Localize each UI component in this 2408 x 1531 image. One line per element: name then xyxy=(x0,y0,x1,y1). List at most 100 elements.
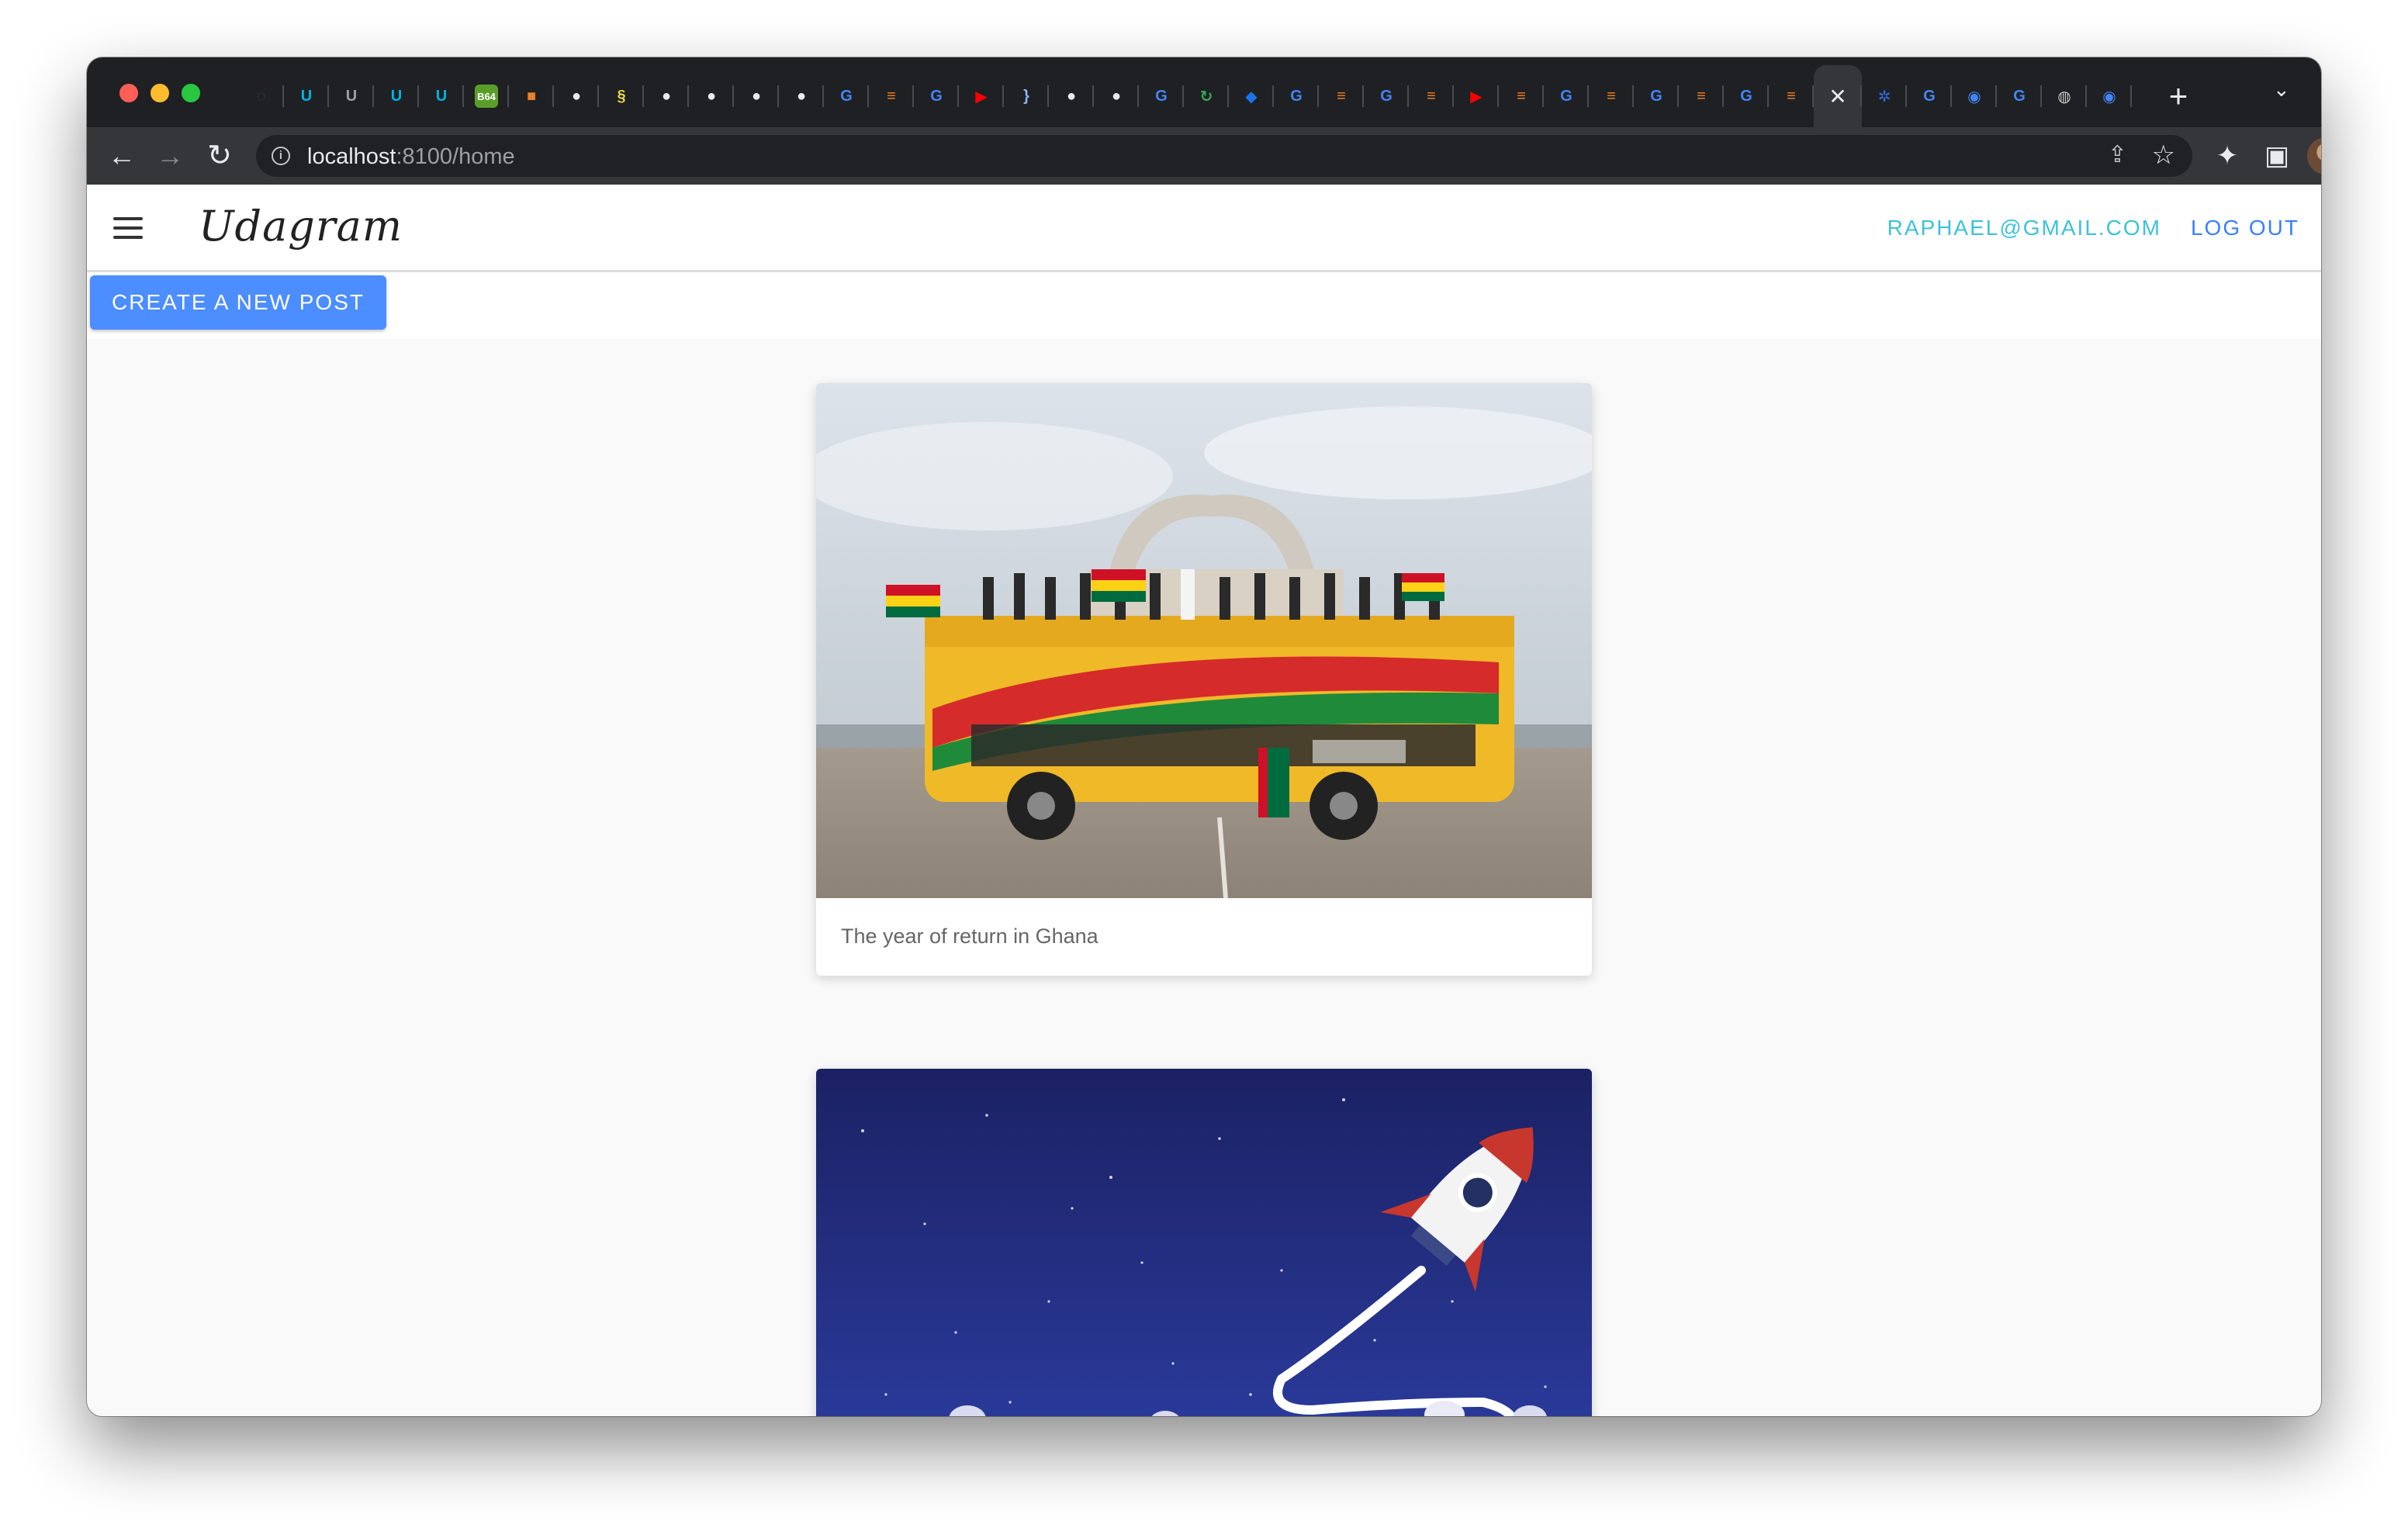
browser-tab[interactable]: ≡ xyxy=(1319,65,1364,127)
google-icon: G xyxy=(1650,87,1662,105)
browser-tab[interactable]: ◉ xyxy=(2087,65,2132,127)
minimize-window-button[interactable] xyxy=(150,84,169,102)
browser-tab[interactable]: ◍ xyxy=(2042,65,2087,127)
circle-icon: ◉ xyxy=(2102,88,2116,105)
browser-tab[interactable]: G xyxy=(1634,65,1679,127)
stackoverflow-icon: ≡ xyxy=(1787,87,1796,105)
github-icon: ● xyxy=(1111,87,1122,105)
browser-tab[interactable]: ● xyxy=(779,65,824,127)
tab-search-chevron-icon[interactable]: ⌄ xyxy=(2273,78,2290,102)
youtube-icon: ▶ xyxy=(1470,88,1483,105)
browser-tab[interactable]: G xyxy=(1997,65,2042,127)
kubernetes-icon: ✲ xyxy=(1877,88,1891,105)
udacity-icon: U xyxy=(390,87,403,105)
youtube-icon: ▶ xyxy=(975,88,988,105)
github-icon: ● xyxy=(796,87,807,105)
url-host: localhost xyxy=(307,144,396,169)
github-icon: ● xyxy=(1066,87,1077,105)
browser-tab[interactable]: U xyxy=(419,65,464,127)
tab-strip: ◌ U U U U B64 ■ ● § ● ● ● ● G ≡ G ▶} ● ● G ↻ ◆ G ≡ G ≡ ▶ ≡ G ≡ G ≡ G ≡ ✕ ✲ G… xyxy=(87,57,2321,135)
google-icon: G xyxy=(840,87,853,105)
browser-toolbar: ← → ↻ i localhost:8100/home ⇪ ☆ ✦ ▣ ⋮ xyxy=(87,127,2321,185)
browser-tab[interactable]: ◉ xyxy=(1952,65,1997,127)
snake-icon: § xyxy=(617,87,626,105)
browser-tab[interactable]: ● xyxy=(644,65,689,127)
browser-tab[interactable]: ● xyxy=(554,65,599,127)
extensions-puzzle-icon[interactable]: ✦ xyxy=(2208,137,2247,175)
user-email-link[interactable]: RAPHAEL@GMAIL.COM xyxy=(1887,216,2161,240)
side-panel-icon[interactable]: ▣ xyxy=(2258,137,2296,175)
browser-tab[interactable]: ≡ xyxy=(869,65,914,127)
google-icon: G xyxy=(930,87,943,105)
browser-tab[interactable]: G xyxy=(914,65,959,127)
logout-button[interactable]: LOG OUT xyxy=(2191,216,2299,240)
udacity-icon: U xyxy=(345,87,358,105)
browser-tab[interactable]: G xyxy=(1274,65,1319,127)
browser-tab[interactable]: G xyxy=(1907,65,1952,127)
browser-tab[interactable]: U xyxy=(284,65,329,127)
browser-tab[interactable]: G xyxy=(1364,65,1409,127)
reload-icon[interactable]: ↻ xyxy=(200,137,239,175)
google-icon: G xyxy=(2013,87,2026,105)
stackoverflow-icon: ≡ xyxy=(1607,87,1616,105)
new-tab-button[interactable]: + xyxy=(2155,73,2202,119)
refresh-icon: ↻ xyxy=(1199,88,1213,105)
udacity-icon: U xyxy=(435,87,448,105)
browser-tab[interactable]: ✲ xyxy=(1862,65,1907,127)
url-text[interactable]: localhost:8100/home xyxy=(307,144,515,170)
browser-tab[interactable]: G xyxy=(1139,65,1184,127)
stackoverflow-icon: ≡ xyxy=(887,87,896,105)
stackoverflow-icon: ≡ xyxy=(1697,87,1706,105)
browser-tab[interactable]: ≡ xyxy=(1679,65,1724,127)
browser-tab[interactable]: ≡ xyxy=(1409,65,1454,127)
bookmark-star-icon[interactable]: ☆ xyxy=(2152,140,2175,171)
browser-tab[interactable]: U xyxy=(374,65,419,127)
github-icon: ● xyxy=(661,87,672,105)
hamburger-menu-icon[interactable] xyxy=(113,217,143,245)
info-icon[interactable]: i xyxy=(272,147,290,165)
brace-icon: } xyxy=(1023,87,1029,105)
browser-tab[interactable]: ◌ xyxy=(239,65,284,127)
address-bar[interactable]: i localhost:8100/home ⇪ ☆ xyxy=(256,135,2192,177)
b64-icon: B64 xyxy=(475,85,498,108)
browser-tab[interactable]: G xyxy=(1724,65,1769,127)
browser-tab[interactable]: ↻ xyxy=(1184,65,1229,127)
browser-tab[interactable]: ▶ xyxy=(959,65,1004,127)
browser-tab[interactable]: ● xyxy=(1049,65,1094,127)
browser-tab[interactable]: B64 xyxy=(464,65,509,127)
browser-tab[interactable]: § xyxy=(599,65,644,127)
post-card: The year of return in Ghana xyxy=(816,383,1592,976)
create-post-button[interactable]: CREATE A NEW POST xyxy=(90,275,386,330)
github-icon: ● xyxy=(751,87,762,105)
browser-tab[interactable]: ✕ xyxy=(1814,65,1862,127)
browser-tab[interactable]: ◆ xyxy=(1229,65,1274,127)
browser-tab[interactable]: ▶ xyxy=(1454,65,1499,127)
browser-window: ◌ U U U U B64 ■ ● § ● ● ● ● G ≡ G ▶} ● ● G ↻ ◆ G ≡ G ≡ ▶ ≡ G ≡ G ≡ G ≡ ✕ ✲ G… xyxy=(87,57,2321,1416)
share-icon[interactable]: ⇪ xyxy=(2108,141,2127,168)
udacity-icon: U xyxy=(300,87,313,105)
maximize-window-button[interactable] xyxy=(182,84,200,102)
browser-tab[interactable]: ≡ xyxy=(1499,65,1544,127)
browser-tab[interactable]: } xyxy=(1004,65,1049,127)
circle-icon: ◉ xyxy=(1967,88,1981,105)
browser-tab[interactable]: G xyxy=(824,65,869,127)
browser-tab[interactable]: ■ xyxy=(509,65,554,127)
globe-icon: ◍ xyxy=(2057,88,2071,105)
stackoverflow-icon: ≡ xyxy=(1337,87,1346,105)
browser-tab[interactable]: ● xyxy=(689,65,734,127)
close-icon[interactable]: ✕ xyxy=(1826,85,1849,109)
browser-tab[interactable]: G xyxy=(1544,65,1589,127)
stackoverflow-icon: ≡ xyxy=(1427,87,1436,105)
browser-tab[interactable]: ≡ xyxy=(1589,65,1634,127)
app-header: Udagram RAPHAEL@GMAIL.COM LOG OUT xyxy=(87,185,2321,272)
browser-tab[interactable]: ● xyxy=(734,65,779,127)
browser-tab[interactable]: ≡ xyxy=(1769,65,1814,127)
github-icon: ● xyxy=(706,87,717,105)
back-arrow-icon[interactable]: ← xyxy=(102,137,141,175)
profile-avatar[interactable] xyxy=(2307,137,2321,175)
browser-tab[interactable]: U xyxy=(329,65,374,127)
close-window-button[interactable] xyxy=(119,84,138,102)
browser-tab[interactable]: ● xyxy=(1094,65,1139,127)
forward-arrow-icon[interactable]: → xyxy=(150,137,189,175)
browser-tabs: ◌ U U U U B64 ■ ● § ● ● ● ● G ≡ G ▶} ● ● G ↻ ◆ G ≡ G ≡ ▶ ≡ G ≡ G ≡ G ≡ ✕ ✲ G… xyxy=(239,65,2132,133)
